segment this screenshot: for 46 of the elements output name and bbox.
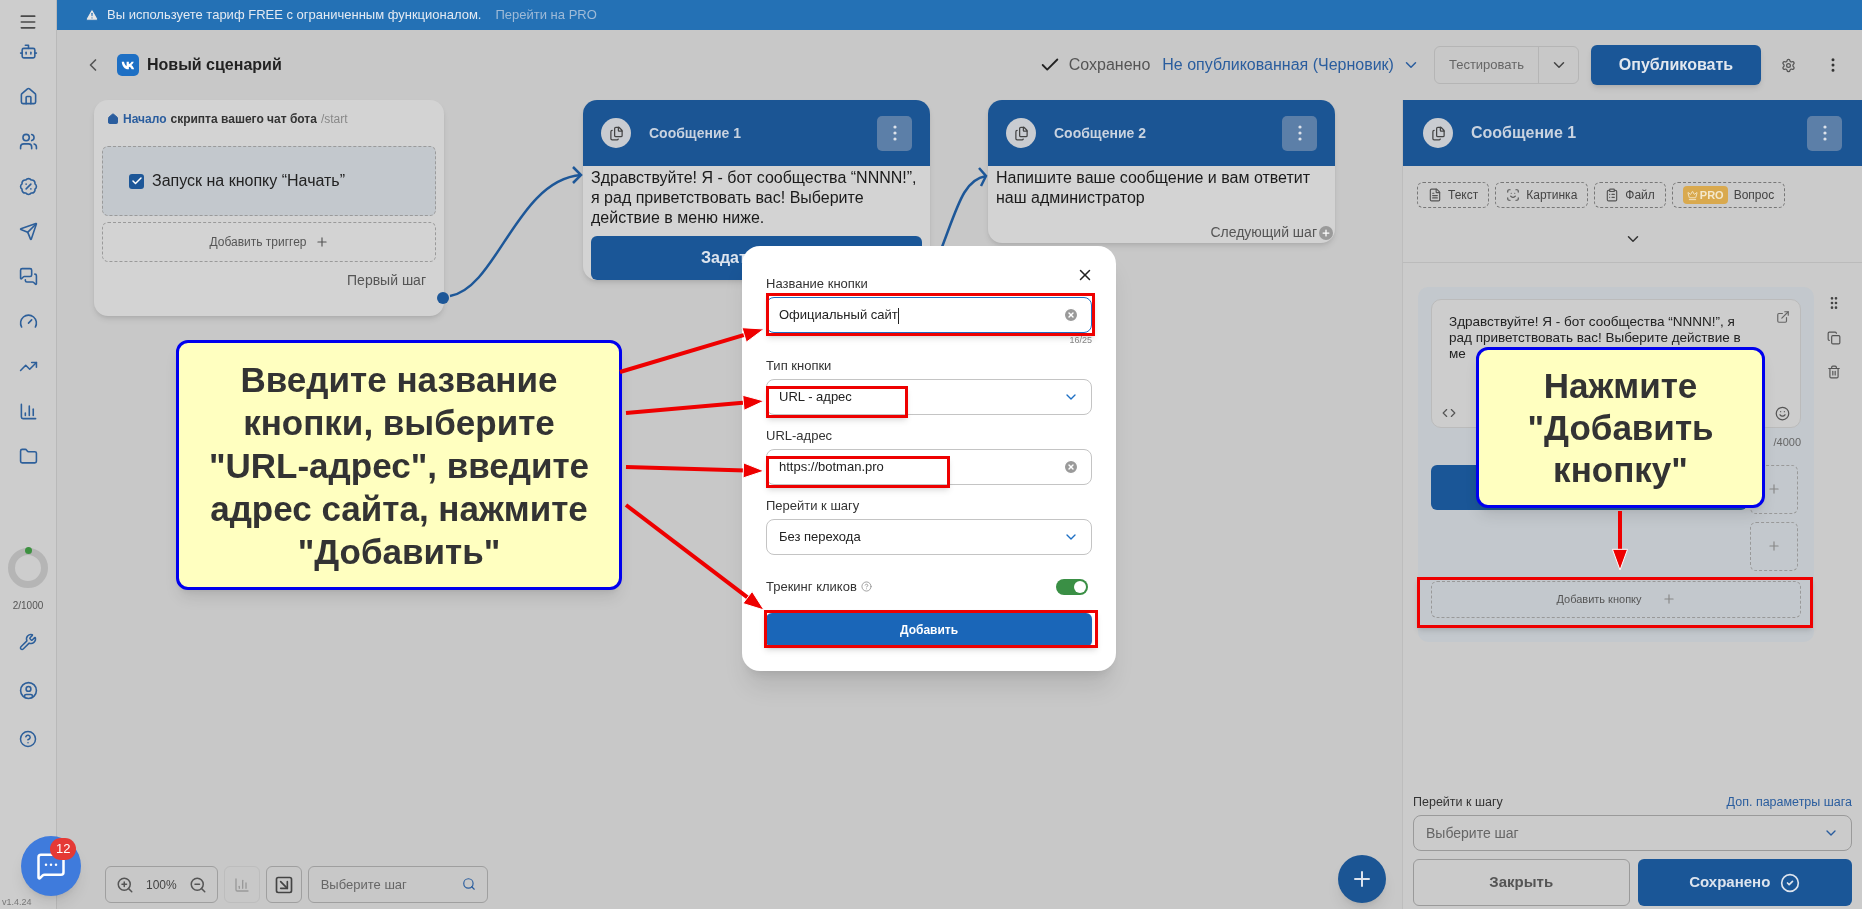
field-label: Тип кнопки (766, 358, 833, 374)
usage-count: 2/1000 (12, 599, 44, 613)
next-step-label: Следующий шаг (1210, 223, 1317, 242)
publish-state-dropdown[interactable]: Не опубликованная (Черновик) (1162, 53, 1420, 77)
content-type-chip[interactable]: Текст (1417, 182, 1490, 208)
notification-badge: 12 (50, 838, 77, 860)
instruction-tooltip: Введите название кнопки, выберите "URL-адрес", введите адрес сайта, нажмите "Добавить" (176, 340, 622, 590)
content-type-chip[interactable]: PRO Вопрос (1671, 182, 1786, 208)
add-trigger-button[interactable]: Добавить триггер (102, 222, 436, 262)
step-label: Перейти к шагу (1413, 794, 1503, 812)
select-field[interactable]: Без перехода (766, 519, 1092, 555)
step-params-link[interactable]: Доп. параметры шага (1726, 793, 1852, 812)
add-button[interactable]: Добавить (766, 612, 1092, 647)
step-search-field[interactable]: Выберите шаг (307, 866, 488, 903)
banner-text: Вы используете тариф FREE с ограниченным функционалом. (107, 6, 482, 25)
test-label: Тестировать (1447, 56, 1525, 75)
next-step-label: Первый шаг (347, 271, 426, 290)
node-message-text: Здравствуйте! Я - бот сообщества “NNNN!”, я рад приветствовать вас! Выберите действие в меню ниже. (590, 168, 918, 228)
version-label: v1.4.24 (2, 897, 32, 908)
node-title: Сообщение 2 (1054, 123, 1146, 143)
scenario-title: Новый сценарий (147, 55, 282, 75)
add-button-button[interactable]: Добавить кнопку (1431, 580, 1801, 618)
zoom-level: 100% (146, 876, 177, 894)
char-counter: /4000 (1773, 435, 1801, 450)
publish-button[interactable]: Опубликовать (1591, 45, 1761, 85)
close-button[interactable]: Закрыть (1413, 859, 1630, 906)
field-label: Название кнопки (766, 276, 869, 292)
step-select[interactable]: Выберите шаг (1413, 815, 1852, 851)
node-message-text: Напишите ваше сообщение и вам ответит наш администратор (995, 168, 1312, 208)
start-link[interactable]: Начало (123, 110, 167, 128)
content-type-chip[interactable]: Файл (1594, 182, 1666, 208)
save-status: Сохранено (1068, 55, 1151, 75)
trigger-label: Запуск на кнопку “Начать” (152, 171, 345, 191)
content-type-chip[interactable]: Картинка (1495, 182, 1589, 208)
saved-button[interactable]: Сохранено (1637, 859, 1852, 906)
node-title: Сообщение 1 (649, 123, 741, 143)
instruction-tooltip: Нажмите "Добавить кнопку" (1476, 347, 1765, 508)
tracking-label: Трекинг кликов (766, 578, 857, 596)
start-command: /start (320, 111, 348, 128)
field-label: Перейти к шагу (766, 498, 861, 514)
field-label: URL-адрес (766, 428, 834, 444)
panel-title: Сообщение 1 (1471, 123, 1577, 143)
start-title: скрипта вашего чат бота (170, 111, 317, 128)
char-counter: 16/25 (1068, 335, 1092, 345)
pro-badge: PRO (1682, 186, 1728, 204)
test-button-group[interactable]: Тестировать (1433, 46, 1579, 84)
